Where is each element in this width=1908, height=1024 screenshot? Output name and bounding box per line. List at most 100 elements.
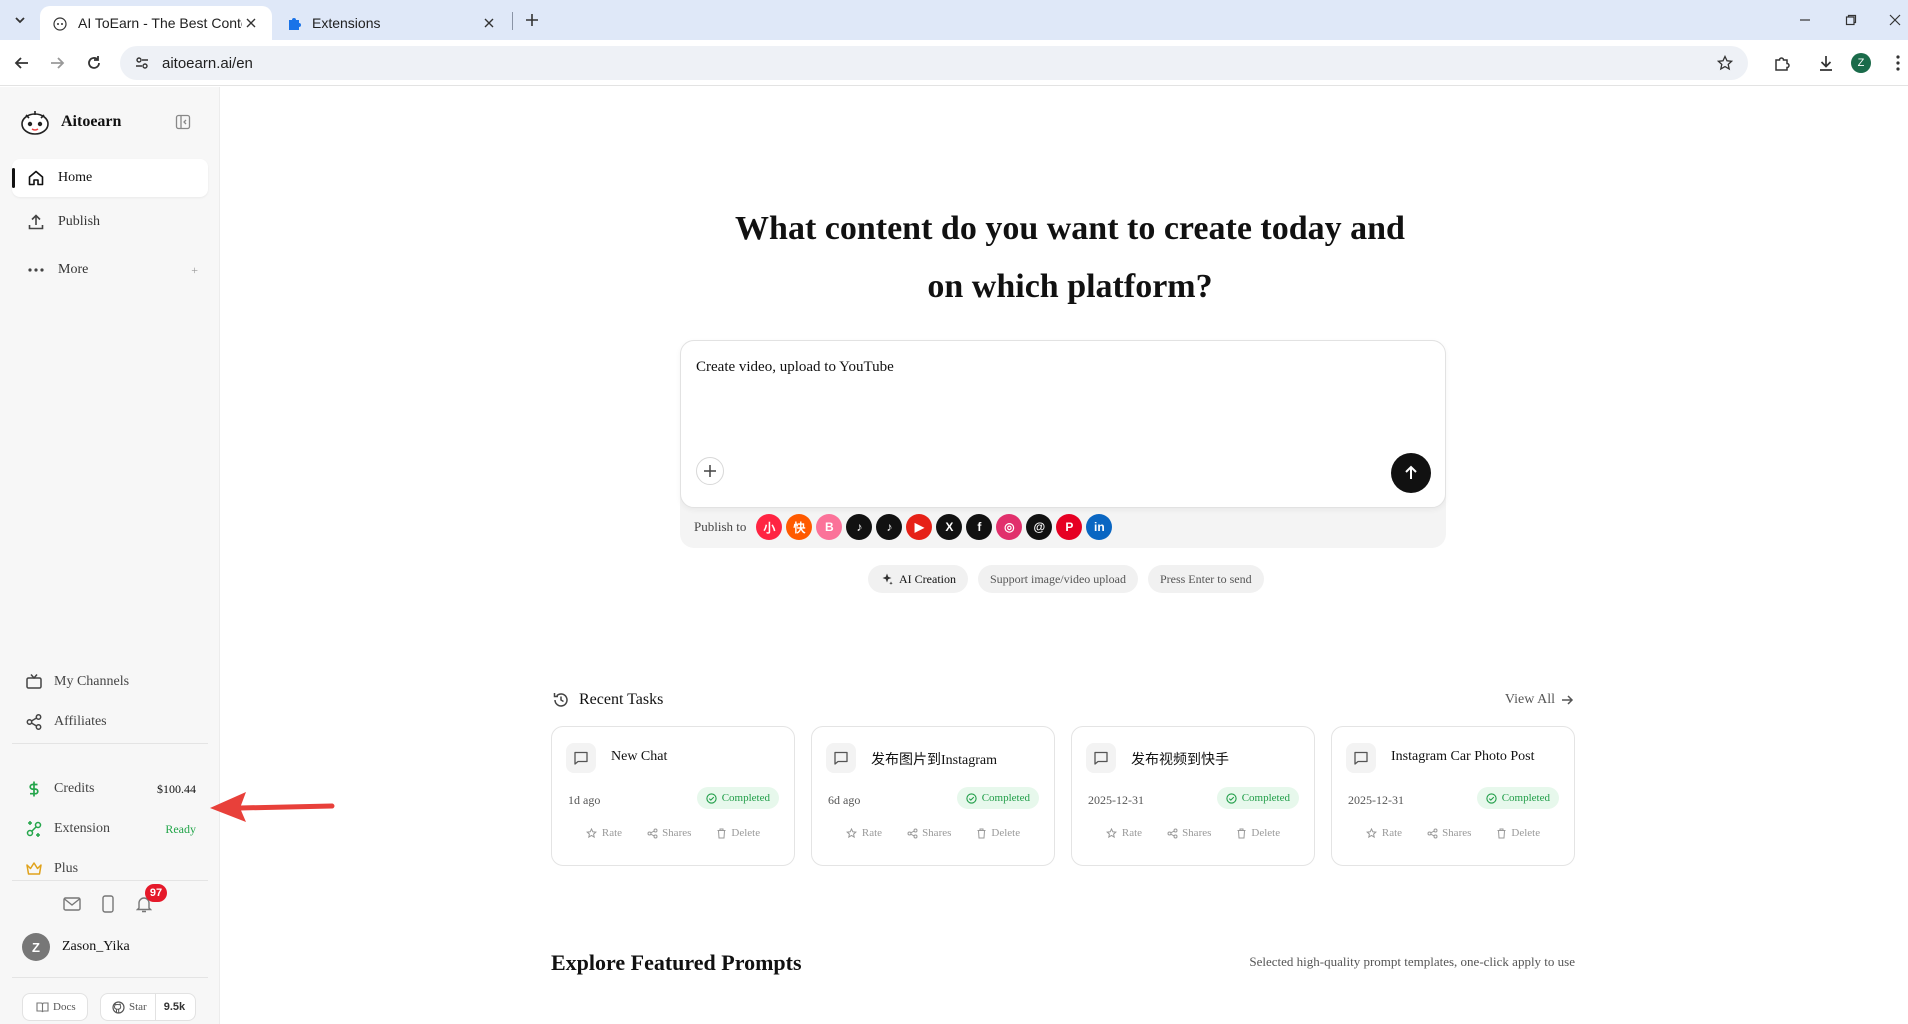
send-button[interactable]	[1391, 453, 1431, 493]
attach-button[interactable]	[696, 457, 724, 485]
browser-menu-button[interactable]	[1886, 51, 1908, 75]
url-text[interactable]: aitoearn.ai/en	[162, 55, 1714, 72]
sidebar-item-credits[interactable]: Credits $100.44	[24, 775, 196, 803]
delete-button[interactable]: Delete	[715, 827, 760, 839]
sidebar-item-label: Extension	[54, 821, 110, 836]
brand[interactable]: Aitoearn	[18, 107, 121, 137]
delete-button[interactable]: Delete	[1235, 827, 1280, 839]
platform-threads-icon[interactable]: @	[1026, 514, 1053, 540]
sidebar-item-more[interactable]: More +	[12, 251, 208, 289]
sidebar-item-label: More	[58, 262, 89, 277]
history-icon	[551, 690, 571, 710]
delete-button[interactable]: Delete	[975, 827, 1020, 839]
prompt-composer[interactable]: Create video, upload to YouTube	[680, 340, 1446, 508]
shares-button[interactable]: Shares	[906, 827, 951, 839]
sidebar-item-home[interactable]: Home	[12, 159, 208, 197]
chip-label: AI Creation	[899, 571, 956, 586]
chip-ai-creation[interactable]: AI Creation	[868, 565, 968, 593]
shares-button[interactable]: Shares	[1166, 827, 1211, 839]
reload-icon	[88, 56, 100, 69]
mail-icon[interactable]	[62, 894, 82, 914]
platform-linkedin-icon[interactable]: in	[1086, 514, 1113, 540]
arrow-up-icon	[1405, 465, 1417, 479]
check-circle-icon	[966, 792, 978, 804]
browser-tab-aitoearn[interactable]: AI ToEarn - The Best Content	[40, 6, 272, 40]
notification-bell-icon[interactable]: 97	[134, 884, 167, 914]
chat-bubble-icon	[826, 743, 856, 773]
task-actions: Rate Shares Delete	[1072, 827, 1314, 839]
sidebar-collapse-button[interactable]	[174, 113, 192, 131]
aitoearn-favicon-icon	[52, 15, 68, 31]
task-card[interactable]: Instagram Car Photo Post 2025-12-31 Comp…	[1331, 726, 1575, 866]
platform-xiaohongshu-icon[interactable]: 小	[756, 514, 783, 540]
task-card[interactable]: 发布图片到Instagram 6d ago Completed Rate Sha…	[811, 726, 1055, 866]
platform-bilibili-icon[interactable]: B	[816, 514, 843, 540]
star-icon	[846, 827, 858, 839]
trash-icon	[975, 827, 987, 839]
sidebar-item-extension[interactable]: Extension Ready	[24, 815, 196, 843]
platform-youtube-icon[interactable]: ▶	[906, 514, 933, 540]
platform-pinterest-icon[interactable]: P	[1056, 514, 1083, 540]
annotation-arrow-icon	[210, 792, 335, 822]
docs-button[interactable]: Docs	[22, 993, 88, 1021]
bookmark-star-icon[interactable]	[1714, 52, 1736, 74]
sidebar-divider	[12, 743, 208, 744]
sidebar: Aitoearn Home Publish More + My Channels…	[0, 87, 220, 1024]
tab-search-button[interactable]	[8, 8, 32, 32]
close-window-button[interactable]	[1880, 8, 1908, 32]
platform-instagram-icon[interactable]: ◎	[996, 514, 1023, 540]
task-card[interactable]: New Chat 1d ago Completed Rate Shares De…	[551, 726, 795, 866]
browser-tab-extensions[interactable]: Extensions	[274, 6, 510, 40]
rate-button[interactable]: Rate	[586, 827, 622, 839]
user-profile[interactable]: Z Zason_Yika	[22, 933, 130, 961]
trash-icon	[1235, 827, 1247, 839]
reload-button[interactable]	[82, 51, 106, 75]
rate-button[interactable]: Rate	[1366, 827, 1402, 839]
docs-label: Docs	[53, 1001, 76, 1013]
prompt-input[interactable]: Create video, upload to YouTube	[696, 359, 894, 376]
chat-bubble-icon	[566, 743, 596, 773]
chip-label: Press Enter to send	[1159, 571, 1252, 586]
task-card[interactable]: 发布视频到快手 2025-12-31 Completed Rate Shares…	[1071, 726, 1315, 866]
platform-kuaishou-icon[interactable]: 快	[786, 514, 813, 540]
delete-button[interactable]: Delete	[1495, 827, 1540, 839]
sidebar-item-label: My Channels	[54, 674, 130, 689]
close-icon[interactable]	[242, 14, 260, 32]
rate-button[interactable]: Rate	[1106, 827, 1142, 839]
chat-bubble-icon	[1346, 743, 1376, 773]
platform-x-icon[interactable]: X	[936, 514, 963, 540]
sidebar-collapse-icon	[175, 114, 191, 130]
headline-line-2: on which platform?	[927, 268, 1213, 305]
sidebar-item-my-channels[interactable]: My Channels	[24, 668, 196, 696]
profile-avatar-button[interactable]: Z	[1851, 53, 1871, 73]
sidebar-item-plus[interactable]: Plus	[24, 855, 196, 883]
chip-enter-hint: Press Enter to send	[1147, 565, 1264, 593]
minimize-button[interactable]	[1790, 8, 1820, 32]
rate-button[interactable]: Rate	[846, 827, 882, 839]
sidebar-item-affiliates[interactable]: Affiliates	[24, 708, 196, 736]
site-info-icon[interactable]	[132, 53, 152, 73]
platform-douyin-icon[interactable]: ♪	[876, 514, 903, 540]
task-title: New Chat	[611, 749, 668, 764]
sidebar-item-publish[interactable]: Publish	[12, 203, 208, 241]
tv-icon	[24, 672, 44, 692]
platform-tiktok-icon[interactable]: ♪	[846, 514, 873, 540]
extensions-button[interactable]	[1770, 51, 1794, 75]
close-icon[interactable]	[480, 14, 498, 32]
recent-tasks-header: Recent Tasks View All	[551, 688, 1575, 712]
github-star-button[interactable]: Star 9.5k	[100, 993, 196, 1021]
sidebar-item-label: Home	[58, 170, 93, 185]
platform-facebook-icon[interactable]: f	[966, 514, 993, 540]
forward-button[interactable]	[45, 51, 69, 75]
shares-button[interactable]: Shares	[1426, 827, 1471, 839]
back-button[interactable]	[10, 51, 34, 75]
address-bar[interactable]: aitoearn.ai/en	[120, 46, 1748, 80]
view-all-link[interactable]: View All	[1505, 692, 1575, 708]
downloads-button[interactable]	[1814, 51, 1838, 75]
new-tab-button[interactable]	[520, 8, 544, 32]
star-icon	[1106, 827, 1118, 839]
github-icon	[111, 1000, 125, 1014]
mobile-device-icon[interactable]	[98, 894, 118, 914]
restore-button[interactable]	[1836, 8, 1866, 32]
shares-button[interactable]: Shares	[646, 827, 691, 839]
